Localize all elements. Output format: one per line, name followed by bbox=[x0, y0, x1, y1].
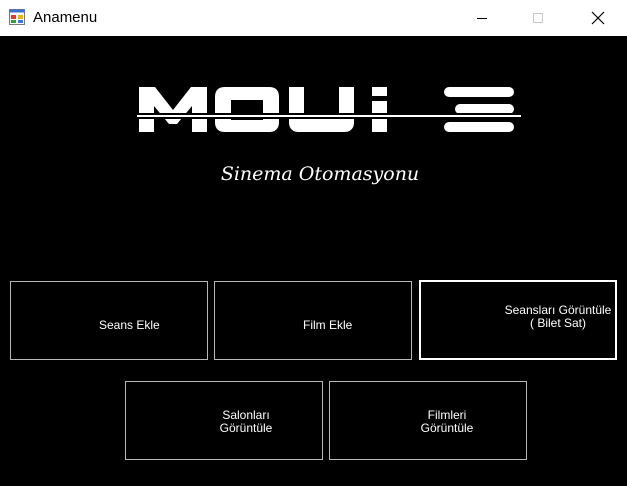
seans-ekle-button[interactable]: Seans Ekle bbox=[10, 281, 208, 360]
main-window-area: Sinema Otomasyonu Seans Ekle Film Ekle S… bbox=[0, 36, 627, 486]
subtitle: Sinema Otomasyonu bbox=[220, 163, 420, 185]
seanslari-goruntule-button[interactable]: Seansları Görüntüle ( Bilet Sat) bbox=[419, 280, 617, 360]
close-icon bbox=[591, 11, 605, 25]
salonlari-goruntule-button[interactable]: Salonları Görüntüle bbox=[125, 381, 323, 460]
filmleri-goruntule-button[interactable]: Filmleri Görüntüle bbox=[329, 381, 527, 460]
maximize-button[interactable] bbox=[515, 0, 561, 36]
minimize-button[interactable] bbox=[459, 0, 505, 36]
movie-logo bbox=[137, 87, 521, 132]
close-button[interactable] bbox=[575, 0, 621, 36]
maximize-icon bbox=[533, 13, 543, 23]
title-bar[interactable]: Anamenu bbox=[0, 0, 627, 36]
minimize-icon bbox=[477, 18, 487, 19]
window-title: Anamenu bbox=[33, 9, 98, 26]
app-icon bbox=[9, 9, 25, 25]
film-ekle-button[interactable]: Film Ekle bbox=[214, 281, 412, 360]
